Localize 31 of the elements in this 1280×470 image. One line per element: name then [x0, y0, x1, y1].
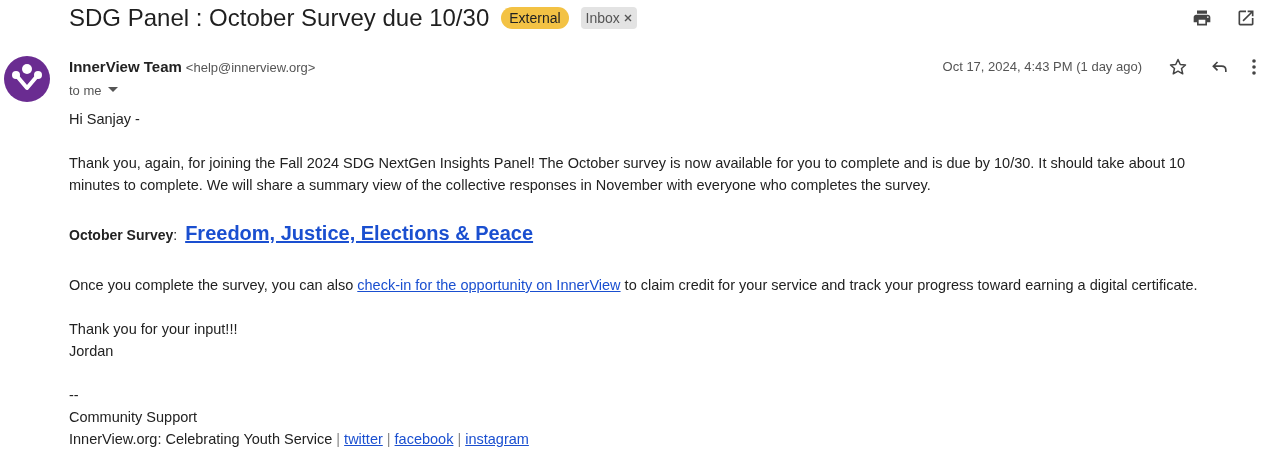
- body-paragraph: Thank you, again, for joining the Fall 2024 SDG NextGen Insights Panel! The October survey is now available for you to complete and is due by 10/30. It should take about 10 minutes to complete. We will share a summary view of the collective responses in November with everyone who completes the survey.: [69, 154, 1187, 195]
- separator-text: |: [386, 430, 391, 449]
- social-link[interactable]: facebook: [394, 428, 454, 450]
- external-badge: External: [501, 7, 569, 29]
- folder-label[interactable]: Inbox: [580, 7, 637, 29]
- separator-text: |: [457, 430, 462, 449]
- sender-name: InnerView Team: [69, 57, 182, 77]
- dropdown-caret-icon[interactable]: [107, 87, 118, 94]
- signature-text: Community Support: [69, 408, 199, 427]
- signature-text: --: [69, 386, 80, 405]
- recipient-text: to me: [69, 81, 102, 100]
- footer-text: InnerView.org: Celebrating Youth Service: [69, 430, 333, 449]
- social-link[interactable]: instagram: [465, 428, 529, 450]
- body-paragraph: Once you complete the survey, you can also check-in for the opportunity on InnerView to claim credit for your service and track your progress toward earning a digital certificate.: [69, 276, 1199, 295]
- sender-email: <help@innerview.org>: [185, 59, 316, 77]
- check-in-link[interactable]: check-in for the opportunity on InnerView: [357, 277, 621, 293]
- print-icon[interactable]: [1192, 8, 1212, 28]
- separator-text: |: [336, 430, 341, 449]
- date-text: Oct 17, 2024, 4:43 PM (1 day ago): [942, 58, 1142, 77]
- closing-text: Jordan: [69, 342, 115, 361]
- open-in-new-window-icon[interactable]: [1236, 8, 1256, 28]
- social-link[interactable]: twitter: [344, 428, 383, 450]
- star-icon[interactable]: [1168, 57, 1188, 77]
- survey-link[interactable]: Freedom, Justice, Elections & Peace: [185, 222, 534, 244]
- closing-text: Thank you for your input!!!: [69, 320, 239, 339]
- email-subject: SDG Panel : October Survey due 10/30: [69, 3, 490, 33]
- colon-text: :: [173, 226, 178, 245]
- more-options-icon[interactable]: [1252, 59, 1256, 75]
- remove-label-icon[interactable]: [623, 14, 632, 22]
- greeting-text: Hi Sanjay -: [69, 110, 141, 129]
- avatar-logo-icon: [4, 56, 50, 102]
